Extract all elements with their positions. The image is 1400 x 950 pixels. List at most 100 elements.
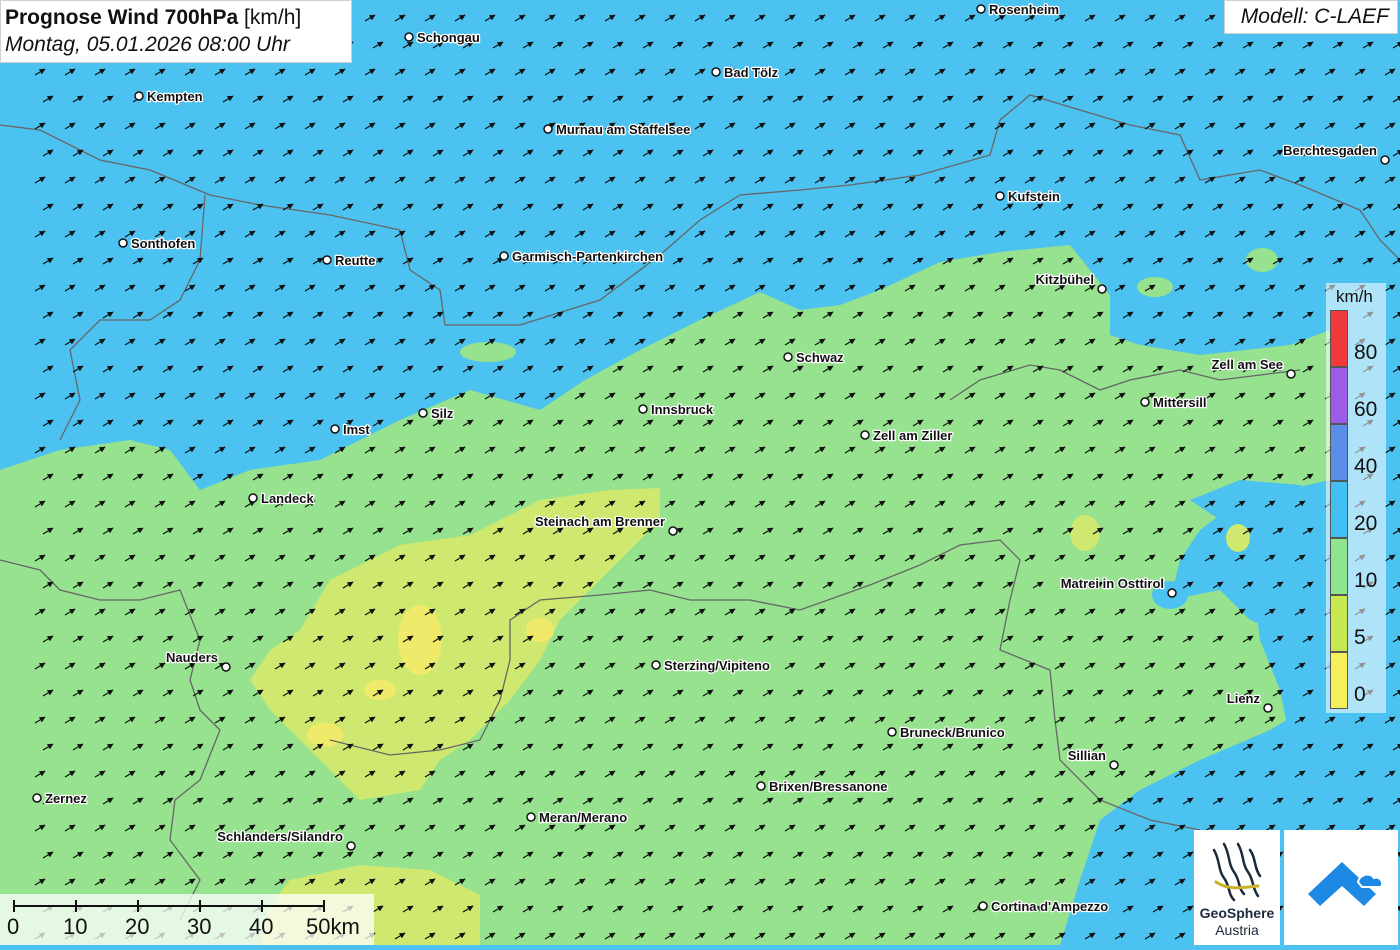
city-marker xyxy=(651,660,661,670)
legend-swatch xyxy=(1330,367,1348,424)
scale-label-0: 0 xyxy=(7,914,20,939)
city-label: Meran/Merano xyxy=(539,810,627,825)
city-label: Zernez xyxy=(45,791,87,806)
city-marker xyxy=(322,255,332,265)
city-marker xyxy=(1097,284,1107,294)
city-label: Kufstein xyxy=(1008,189,1060,204)
city-label: Mittersill xyxy=(1153,395,1206,410)
city-marker xyxy=(756,781,766,791)
legend-label: 5 xyxy=(1354,626,1366,649)
map-title-main: Prognose Wind 700hPa xyxy=(5,6,239,29)
city-marker xyxy=(248,493,258,503)
city-label: Bruneck/Brunico xyxy=(900,725,1005,740)
legend-label: 0 xyxy=(1354,683,1366,706)
weather-app-logo[interactable] xyxy=(1284,830,1398,945)
city-marker xyxy=(404,32,414,42)
city-label: Sterzing/Vipiteno xyxy=(664,658,770,673)
city-marker xyxy=(887,727,897,737)
legend-swatch xyxy=(1330,595,1348,652)
map-title-unit: [km/h] xyxy=(244,6,302,29)
map-title-box: Prognose Wind 700hPa [km/h] Montag, 05.0… xyxy=(0,0,352,63)
scale-bar: 0 10 20 30 40 50km xyxy=(0,894,374,945)
city-marker xyxy=(976,4,986,14)
city-label: Sonthofen xyxy=(131,236,195,251)
geosphere-logo-icon: GeoSphere Austria xyxy=(1200,842,1275,938)
city-marker xyxy=(860,430,870,440)
city-label: Schwaz xyxy=(796,350,844,365)
city-marker xyxy=(330,424,340,434)
city-label: Brixen/Bressanone xyxy=(769,779,888,794)
city-marker xyxy=(543,124,553,134)
city-label: Steinach am Brenner xyxy=(535,514,665,529)
wind-patch xyxy=(460,342,516,362)
legend-swatch xyxy=(1330,424,1348,481)
legend-label: 20 xyxy=(1354,512,1378,535)
city-marker xyxy=(526,812,536,822)
scale-label-40: 40 xyxy=(249,914,274,939)
legend-label: 60 xyxy=(1354,398,1378,421)
city-label: Innsbruck xyxy=(651,402,714,417)
legend-swatch xyxy=(1330,652,1348,709)
wind-zone-0-5 xyxy=(364,680,396,700)
city-marker xyxy=(1140,397,1150,407)
wind-zone-0-5 xyxy=(526,618,554,642)
city-marker xyxy=(995,191,1005,201)
scale-label-20: 20 xyxy=(125,914,150,939)
map-title: Prognose Wind 700hPa [km/h] xyxy=(5,4,351,32)
legend-label: 40 xyxy=(1354,455,1378,478)
city-marker xyxy=(711,67,721,77)
wind-patch xyxy=(1137,277,1173,297)
city-marker xyxy=(1109,760,1119,770)
city-label: Kempten xyxy=(147,89,203,104)
scale-label-30: 30 xyxy=(187,914,212,939)
wind-zone-0-5 xyxy=(307,723,343,747)
city-marker xyxy=(638,404,648,414)
city-label: Sillian xyxy=(1068,748,1106,763)
city-marker xyxy=(783,352,793,362)
logo-text-line2: Austria xyxy=(1215,922,1259,938)
city-label: Landeck xyxy=(261,491,315,506)
color-legend: km/h 80 60 40 20 10 5 0 xyxy=(1326,283,1386,713)
city-marker xyxy=(221,662,231,672)
city-marker xyxy=(1167,588,1177,598)
city-label: Schlanders/Silandro xyxy=(217,829,343,844)
legend-label: 80 xyxy=(1354,341,1378,364)
city-marker xyxy=(499,251,509,261)
cloud-chevron-icon xyxy=(1308,862,1384,906)
scale-label-10: 10 xyxy=(63,914,88,939)
legend-swatch xyxy=(1330,538,1348,595)
city-label: Nauders xyxy=(166,650,218,665)
legend-swatch xyxy=(1330,310,1348,367)
city-label: Bad Tölz xyxy=(724,65,779,80)
city-label: Zell am See xyxy=(1211,357,1283,372)
city-label: Rosenheim xyxy=(989,2,1059,17)
legend-unit: km/h xyxy=(1336,287,1373,306)
city-label: Imst xyxy=(343,422,370,437)
city-label: Berchtesgaden xyxy=(1283,143,1377,158)
city-marker xyxy=(1263,703,1273,713)
city-marker xyxy=(134,91,144,101)
city-label: Reutte xyxy=(335,253,375,268)
legend-swatch xyxy=(1330,481,1348,538)
city-label: Murnau am Staffelsee xyxy=(556,122,690,137)
city-label: Cortina d'Ampezzo xyxy=(991,899,1108,914)
city-marker xyxy=(346,841,356,851)
scale-label-50: 50km xyxy=(306,914,360,939)
city-label: Silz xyxy=(431,406,454,421)
city-marker xyxy=(1286,369,1296,379)
city-marker xyxy=(418,408,428,418)
logo-text-line1: GeoSphere xyxy=(1200,905,1275,921)
city-label: Lienz xyxy=(1227,691,1261,706)
city-marker xyxy=(668,526,678,536)
city-label: Zell am Ziller xyxy=(873,428,952,443)
city-marker xyxy=(118,238,128,248)
map-subtitle: Montag, 05.01.2026 08:00 Uhr xyxy=(5,33,290,56)
city-marker xyxy=(978,901,988,911)
city-marker xyxy=(32,793,42,803)
city-marker xyxy=(1380,155,1390,165)
city-label: Garmisch-Partenkirchen xyxy=(512,249,663,264)
legend-label: 10 xyxy=(1354,569,1378,592)
geosphere-logo[interactable]: GeoSphere Austria xyxy=(1194,830,1280,945)
city-label: Schongau xyxy=(417,30,480,45)
city-label: Matrei in Osttirol xyxy=(1061,576,1164,591)
